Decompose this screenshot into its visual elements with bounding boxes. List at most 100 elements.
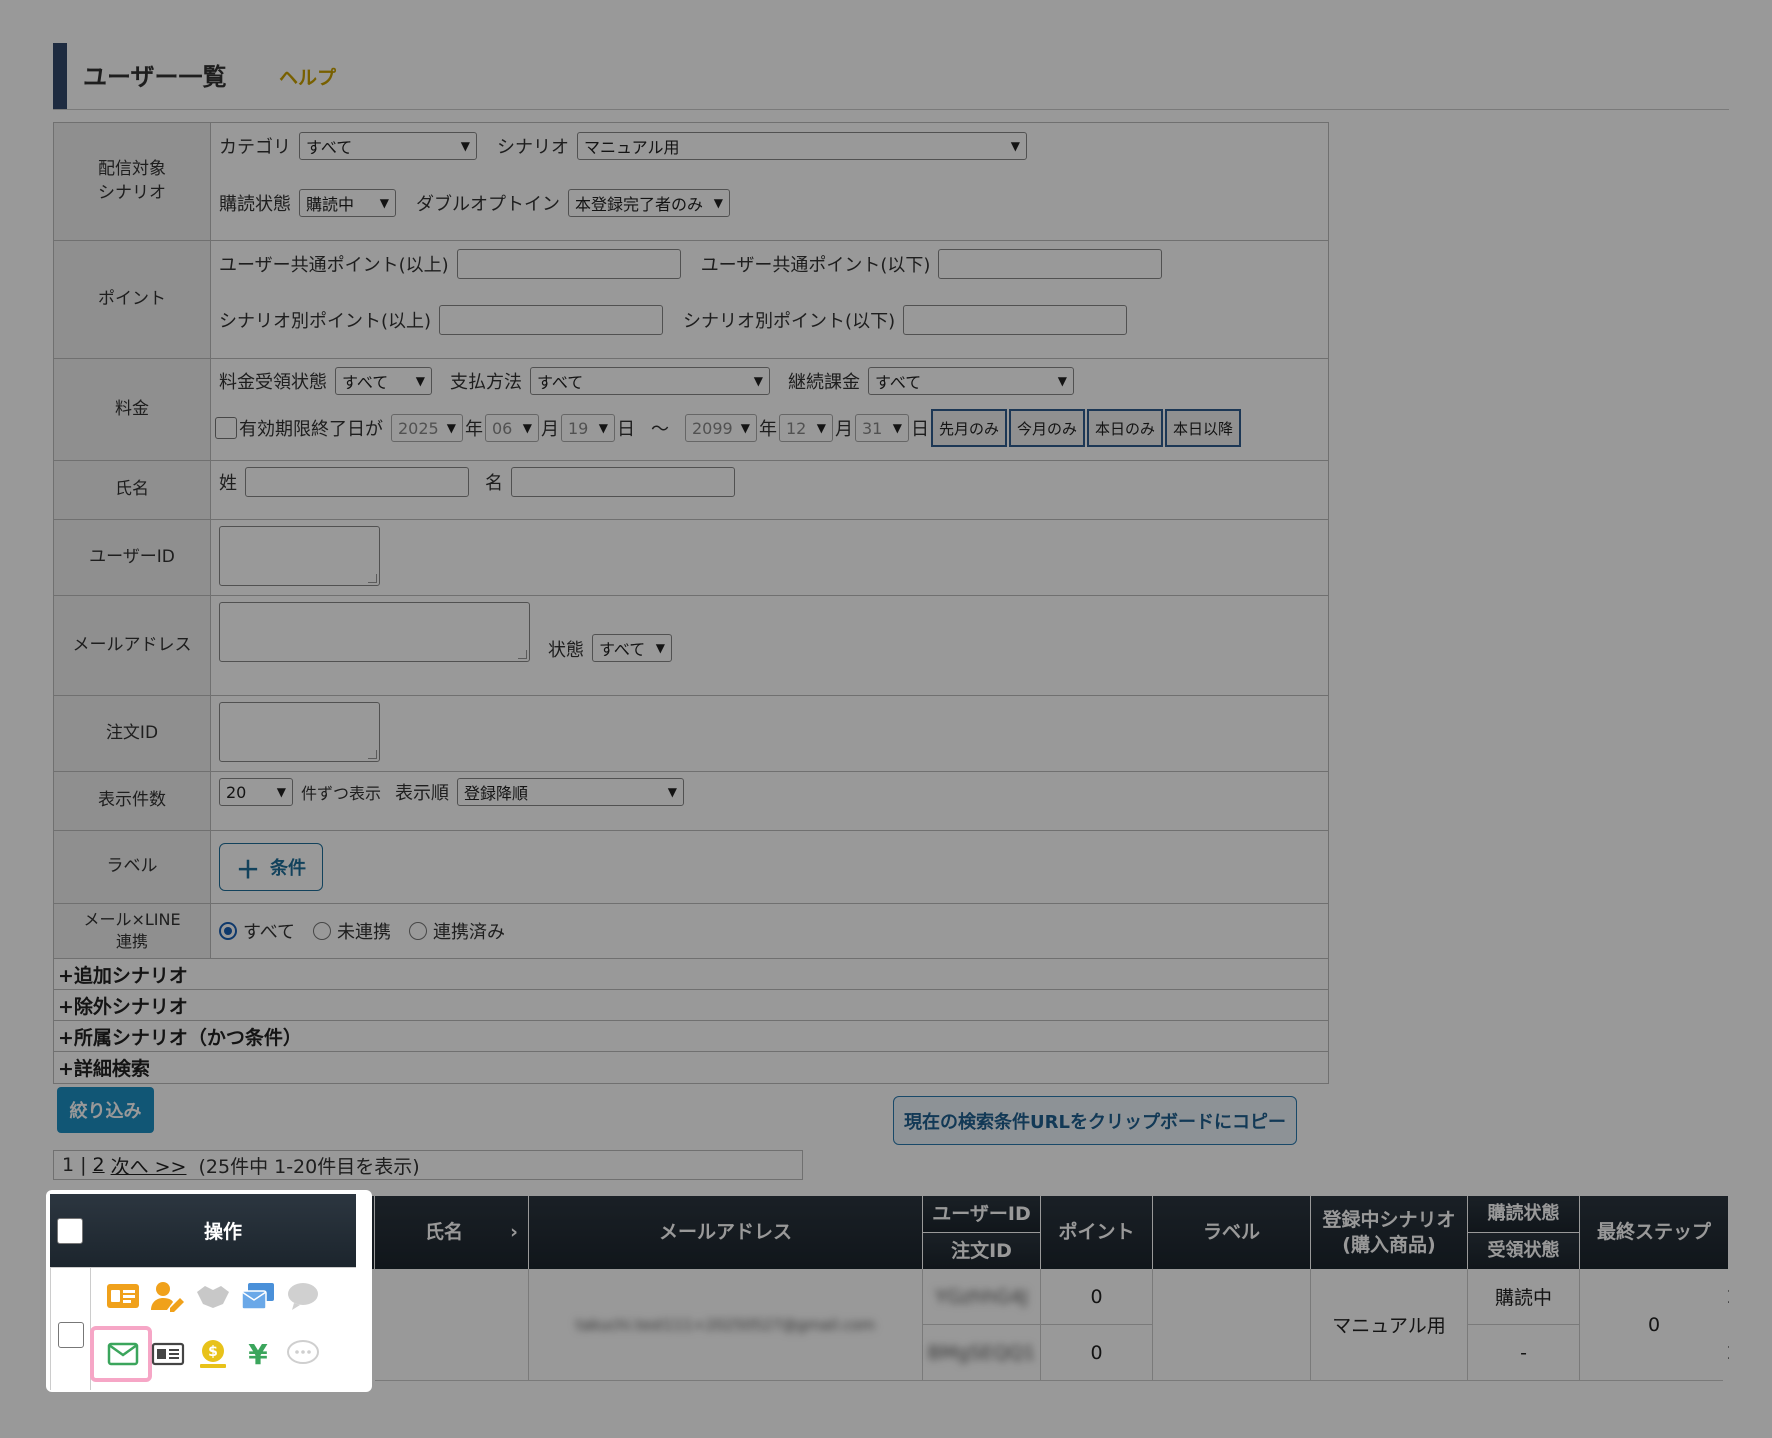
day-unit: 日 [911,419,929,440]
chevron-down-icon: ▼ [740,421,750,435]
coin-deposit-icon[interactable]: $ [193,1334,233,1374]
after-today-button[interactable]: 本日以降 [1165,409,1242,447]
row-tag: ラベル ＋条件 [54,831,1328,904]
to-year-select[interactable]: 2099 ▼ [685,414,757,442]
cell-user-id[interactable]: YGzhhG4J [923,1269,1041,1325]
page-size-select[interactable]: 20 ▼ [219,778,293,806]
radio-unlinked-label: 未連携 [337,922,392,943]
col-header-name[interactable]: 氏名 › [375,1196,529,1269]
this-month-button[interactable]: 今月のみ [1009,409,1086,447]
page-2-link[interactable]: 2 [93,1154,105,1176]
cell-order-id[interactable]: BMgSEQQ1 [923,1325,1041,1381]
recurring-label: 継続課金 [788,372,860,393]
cell-email: takuchi.test111+20250527@gmail.com [529,1269,923,1381]
next-page-link[interactable]: 次へ >> [111,1152,187,1179]
from-year-select[interactable]: 2025 ▼ [391,414,463,442]
recurring-select[interactable]: すべて ▼ [868,367,1074,395]
select-all-checkbox[interactable] [57,1217,83,1244]
page-title: ユーザー一覧 [83,63,227,91]
expander-belonging-scenario[interactable]: +所属シナリオ（かつ条件） [54,1021,1328,1052]
row-checkbox[interactable] [58,1322,84,1348]
common-points-min-input[interactable] [456,249,681,279]
double-optin-label: ダブルオプトイン [416,194,560,215]
chevron-down-icon: ▼ [713,196,723,210]
radio-linked[interactable] [409,922,428,940]
copy-url-button[interactable]: 現在の検索条件URLをクリップボードにコピー [893,1096,1297,1145]
line-link-label: メール×LINE 連携 [83,909,181,951]
category-label: カテゴリ [219,137,291,158]
subscription-status-select[interactable]: 購読中 ▼ [299,189,396,217]
radio-unlinked[interactable] [313,922,332,940]
sort-order-select[interactable]: 登録降順 ▼ [457,778,685,806]
email-status-select[interactable]: すべて ▼ [592,634,672,662]
yen-icon[interactable]: ¥ [238,1334,278,1374]
col-header-recv-status: 受領状態 [1468,1233,1580,1269]
expander-additional-scenario[interactable]: +追加シナリオ [54,959,1328,990]
profile-card-icon[interactable] [103,1276,143,1316]
scenario-points-min-input[interactable] [439,305,664,335]
day-unit: 日 [617,419,635,440]
add-condition-button[interactable]: ＋条件 [219,843,323,891]
row-email: メールアドレス 状態 すべて ▼ [54,596,1328,696]
chevron-down-icon: ▼ [522,421,532,435]
user-id-textarea[interactable] [219,526,380,586]
expander-excluded-scenario[interactable]: +除外シナリオ [54,990,1328,1021]
scenario-points-max-input[interactable] [903,305,1128,335]
row-label-user-id: ユーザーID [54,520,211,595]
scenario-select[interactable]: マニュアル用 ▼ [577,132,1027,160]
row-points: ポイント ユーザー共通ポイント(以上) ユーザー共通ポイント(以下) シナリオ別… [54,241,1328,359]
mail-icon[interactable] [103,1334,143,1374]
order-id-textarea[interactable] [219,702,380,762]
from-day-select[interactable]: 19 ▼ [561,414,615,442]
chevron-down-icon: ▼ [460,139,470,153]
last-month-button[interactable]: 先月のみ [931,409,1008,447]
scenario-label: シナリオ [497,137,569,158]
col-header-user-id: ユーザーID [923,1196,1041,1232]
row-fee: 料金 料金受領状態 すべて ▼ 支払方法 すべて ▼ 継続課金 すべて ▼ 有効期限終… [54,359,1328,461]
filter-button[interactable]: 絞り込み [57,1087,154,1133]
from-month-select[interactable]: 06 ▼ [485,414,539,442]
double-optin-select[interactable]: 本登録完了者のみ ▼ [568,189,730,217]
email-status-label: 状態 [548,640,584,661]
handshake-icon[interactable] [193,1276,233,1316]
chevron-down-icon: ▼ [667,785,678,799]
common-points-max-input[interactable] [938,249,1163,279]
chat-bubble-icon[interactable] [283,1276,323,1316]
chevron-down-icon: ▼ [1057,374,1067,388]
message-send-icon[interactable] [238,1276,278,1316]
category-select[interactable]: すべて ▼ [299,132,477,160]
row-line-link: メール×LINE 連携 すべて 未連携 連携済み [54,904,1328,959]
row-label-points: ポイント [54,241,211,358]
today-only-button[interactable]: 本日のみ [1087,409,1164,447]
next-row-partial [375,1381,1729,1404]
col-header-label: ラベル [1153,1196,1311,1269]
chevron-down-icon: ▼ [655,641,665,655]
to-month-select[interactable]: 12 ▼ [779,414,833,442]
scenario-points-max-label: シナリオ別ポイント(以下) [683,311,896,332]
chevron-down-icon: ▼ [753,374,763,388]
user-edit-icon[interactable] [148,1276,188,1316]
expander-advanced-search[interactable]: +詳細検索 [54,1052,1328,1083]
payment-method-select[interactable]: すべて ▼ [530,367,770,395]
radio-all[interactable] [219,922,237,940]
help-link[interactable]: ヘルプ [279,63,336,90]
page-summary: (25件中 1-20件目を表示) [198,1155,420,1178]
chevron-down-icon: ▼ [415,374,425,388]
cell-scenario: マニュアル用 [1311,1269,1468,1381]
email-textarea[interactable] [219,602,530,662]
fee-received-select[interactable]: すべて ▼ [335,367,432,395]
first-name-input[interactable] [511,467,735,497]
subscription-status-label: 購読状態 [219,194,291,215]
newspaper-icon[interactable] [148,1334,188,1374]
expiry-checkbox[interactable] [215,417,237,439]
search-form: 配信対象 シナリオ カテゴリ すべて ▼ シナリオ マニュアル用 ▼ 購読状態 購読中… [53,122,1329,1084]
col-header-points: ポイント [1041,1196,1153,1269]
radio-all-label: すべて [243,922,296,943]
cell-name [375,1269,529,1381]
to-day-select[interactable]: 31 ▼ [855,414,909,442]
last-name-input[interactable] [245,467,469,497]
row-label-name: 氏名 [54,461,211,519]
row-label-fee: 料金 [54,359,211,460]
chat-dots-icon[interactable] [283,1334,323,1374]
pagination: 1 | 2 次へ >> (25件中 1-20件目を表示) [53,1150,803,1180]
